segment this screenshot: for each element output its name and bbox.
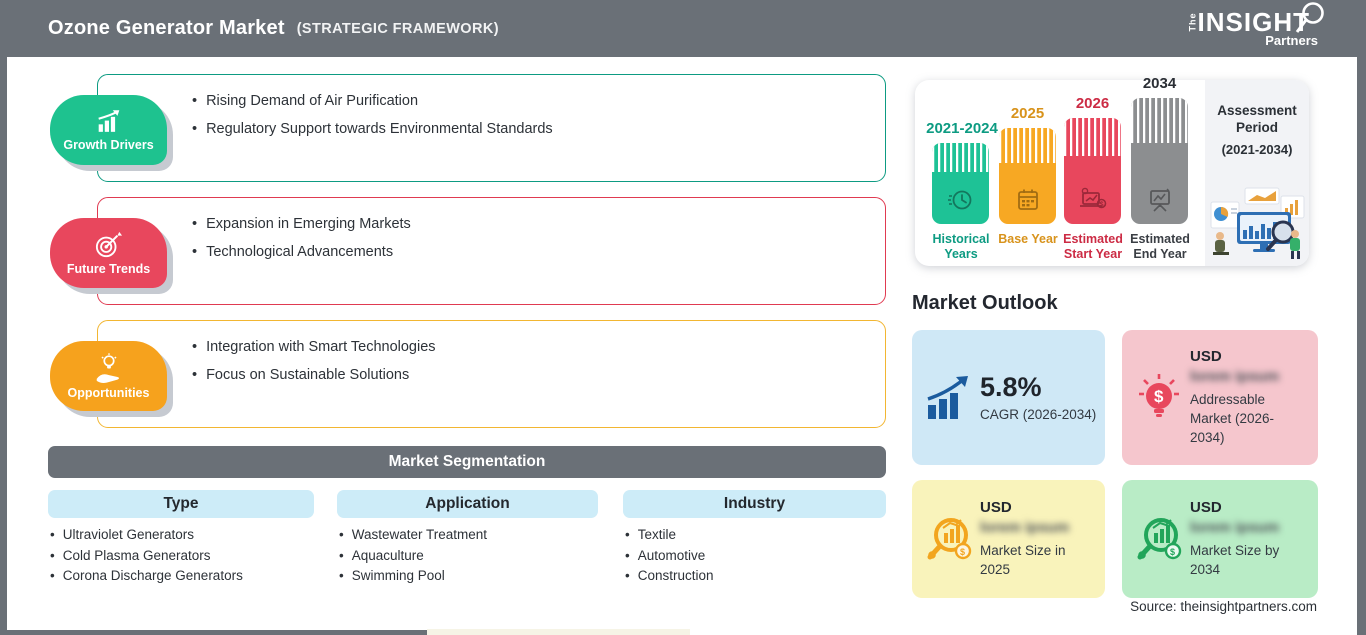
timeline-year-label: 2025 bbox=[1010, 105, 1045, 122]
bullet-item: Focus on Sustainable Solutions bbox=[192, 366, 436, 384]
timeline-caption: Historical Years bbox=[932, 232, 990, 261]
card-label: Addressable Market (2026-2034) bbox=[1190, 392, 1275, 445]
svg-text:$: $ bbox=[1170, 547, 1175, 557]
assessment-line2: Period bbox=[1235, 120, 1278, 135]
cagr-growth-icon bbox=[927, 375, 968, 419]
bullet-item: Regulatory Support towards Environmental… bbox=[192, 120, 553, 138]
addressable-market-card: $ USD lorem ipsum Addressable Market (20… bbox=[1122, 330, 1318, 465]
bar-stripes bbox=[932, 143, 989, 173]
timeline-year-label: 2026 bbox=[1075, 95, 1110, 112]
svg-text:$: $ bbox=[1099, 201, 1103, 208]
bullet-item: Integration with Smart Technologies bbox=[192, 338, 435, 356]
timeline-bar-start: $ bbox=[1064, 118, 1121, 224]
magnifier-chart-icon: $ bbox=[927, 518, 972, 560]
growth-drivers-badge: Growth Drivers bbox=[50, 95, 167, 165]
hand-bulb-icon bbox=[96, 352, 119, 383]
bullet-item: Rising Demand of Air Purification bbox=[192, 92, 553, 110]
card-label: Market Size in 2025 bbox=[980, 543, 1066, 577]
list-item: Ultraviolet Generators bbox=[50, 525, 243, 546]
list-item: Wastewater Treatment bbox=[339, 525, 487, 546]
cagr-label: CAGR (2026-2034) bbox=[980, 406, 1097, 422]
header-bar: Ozone Generator Market (STRATEGIC FRAMEW… bbox=[0, 0, 1366, 57]
assessment-range: (2021-2034) bbox=[1221, 142, 1293, 157]
list-item: Construction bbox=[625, 566, 714, 587]
bar-stripes bbox=[1064, 118, 1121, 157]
bar-stripes bbox=[999, 128, 1056, 163]
segment-header-industry: Industry bbox=[623, 490, 886, 518]
page-subtitle: (STRATEGIC FRAMEWORK) bbox=[296, 20, 499, 37]
blurred-value: lorem ipsum bbox=[1190, 519, 1280, 536]
svg-text:$: $ bbox=[1154, 387, 1164, 406]
cagr-value: 5.8% bbox=[980, 371, 1042, 402]
calendar-icon bbox=[1017, 189, 1038, 210]
bar-stripes bbox=[1131, 98, 1188, 144]
magnifier-chart-icon: $ bbox=[1137, 518, 1182, 560]
list-item: Automotive bbox=[625, 546, 714, 567]
list-item: Cold Plasma Generators bbox=[50, 546, 243, 567]
opportunities-badge: Opportunities bbox=[50, 341, 167, 411]
card-label: Market Size by 2034 bbox=[1190, 543, 1280, 577]
frame-left-edge bbox=[0, 57, 7, 635]
timeline-panel: Assessment Period (2021-2034) 2021-2024 … bbox=[915, 75, 1309, 266]
segment-header-type: Type bbox=[48, 490, 314, 518]
future-trends-bullets: Expansion in Emerging Markets Technologi… bbox=[192, 215, 411, 271]
source-attribution: Source: theinsightpartners.com bbox=[1130, 599, 1317, 614]
bulb-dollar-icon: $ bbox=[1139, 373, 1179, 417]
segment-list-industry: Textile Automotive Construction bbox=[625, 525, 714, 587]
assessment-line1: Assessment bbox=[1217, 103, 1297, 118]
timeline-caption: Estimated End Year bbox=[1130, 232, 1190, 261]
growth-drivers-label: Growth Drivers bbox=[63, 137, 154, 152]
timeline-bar-historical bbox=[932, 143, 989, 224]
timeline-bar-base bbox=[999, 128, 1056, 224]
logo-the-text: The bbox=[1187, 12, 1198, 32]
market-size-2034-card: $ USD lorem ipsum Market Size by 2034 bbox=[1122, 480, 1318, 598]
blurred-value: lorem ipsum bbox=[980, 519, 1070, 536]
future-trends-label: Future Trends bbox=[66, 261, 151, 276]
assessment-period-box: Assessment Period (2021-2034) bbox=[1205, 80, 1309, 266]
page-title: Ozone Generator Market bbox=[48, 17, 285, 39]
blurred-value: lorem ipsum bbox=[1190, 368, 1280, 385]
history-clock-icon bbox=[947, 190, 971, 210]
segment-list-type: Ultraviolet Generators Cold Plasma Gener… bbox=[50, 525, 243, 587]
frame-bottom-accent bbox=[427, 629, 690, 635]
frame-right-edge bbox=[1357, 57, 1366, 635]
list-item: Textile bbox=[625, 525, 714, 546]
target-dart-icon bbox=[95, 231, 122, 257]
list-item: Corona Discharge Generators bbox=[50, 566, 243, 587]
analytics-illustration bbox=[1210, 187, 1305, 259]
currency-label: USD bbox=[980, 499, 1012, 516]
magnifier-icon bbox=[1295, 2, 1324, 33]
future-trends-badge: Future Trends bbox=[50, 218, 167, 288]
currency-label: USD bbox=[1190, 348, 1222, 365]
market-segmentation-header: Market Segmentation bbox=[48, 446, 886, 478]
cagr-card: 5.8% CAGR (2026-2034) bbox=[912, 330, 1105, 465]
market-outlook-title: Market Outlook bbox=[912, 292, 1058, 314]
growth-chart-icon bbox=[97, 109, 119, 132]
infographic-page: Ozone Generator Market (STRATEGIC FRAMEW… bbox=[0, 0, 1366, 635]
list-item: Swimming Pool bbox=[339, 566, 487, 587]
segment-header-application: Application bbox=[337, 490, 598, 518]
bullet-item: Technological Advancements bbox=[192, 243, 411, 261]
list-item: Aquaculture bbox=[339, 546, 487, 567]
market-size-2025-card: $ USD lorem ipsum Market Size in 2025 bbox=[912, 480, 1105, 598]
laptop-analytics-icon: $ bbox=[1079, 187, 1106, 208]
timeline-bar-end bbox=[1131, 98, 1188, 224]
presentation-icon bbox=[1149, 188, 1170, 212]
opportunities-label: Opportunities bbox=[67, 385, 150, 400]
insight-partners-logo: The INSIGHT Partners bbox=[1183, 2, 1324, 48]
timeline-year-label: 2034 bbox=[1142, 75, 1177, 92]
frame-bottom-edge bbox=[0, 630, 427, 635]
segment-list-application: Wastewater Treatment Aquaculture Swimmin… bbox=[339, 525, 487, 587]
growth-drivers-bullets: Rising Demand of Air Purification Regula… bbox=[192, 92, 553, 148]
svg-text:$: $ bbox=[960, 547, 965, 557]
opportunities-bullets: Integration with Smart Technologies Focu… bbox=[192, 338, 436, 394]
bullet-item: Expansion in Emerging Markets bbox=[192, 215, 411, 233]
currency-label: USD bbox=[1190, 499, 1222, 516]
